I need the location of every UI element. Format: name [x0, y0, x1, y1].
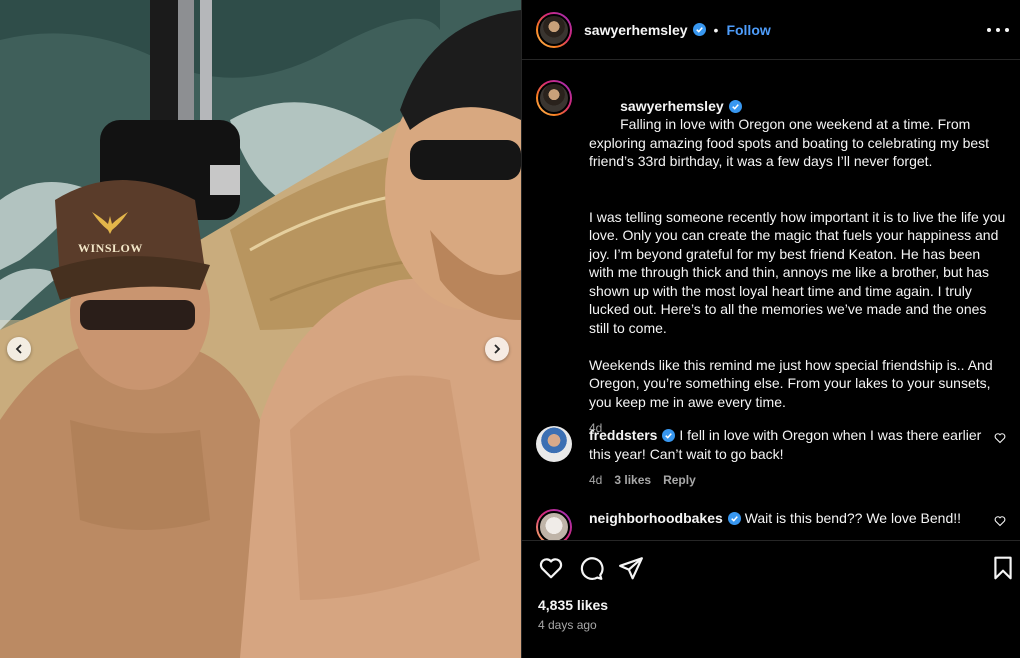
bookmark-icon[interactable]: [990, 555, 1016, 581]
caption-text: sawyerhemsley Falling in love with Orego…: [589, 78, 1006, 438]
cap-eagle-icon: [90, 208, 130, 234]
comment-bubble-icon[interactable]: [578, 555, 604, 581]
comment-likes[interactable]: 3 likes: [614, 471, 651, 490]
comment-username[interactable]: freddsters: [589, 427, 657, 443]
verified-badge-icon: [692, 23, 706, 36]
comment-username[interactable]: neighborhoodbakes: [589, 510, 723, 526]
verified-badge-icon: [727, 512, 741, 525]
post-details-panel: sawyerhemsley • Follow sawyerhemsley Fal…: [521, 0, 1020, 658]
follow-button[interactable]: Follow: [726, 22, 770, 38]
comment-text: Wait is this bend?? We love Bend!!: [744, 510, 962, 526]
caption-paragraph-2: I was telling someone recently how impor…: [589, 208, 1010, 336]
separator-dot: •: [713, 21, 719, 38]
post-timestamp: 4 days ago: [538, 618, 597, 632]
chevron-left-icon: [15, 344, 22, 354]
author-avatar[interactable]: [536, 11, 572, 48]
comment-reply-button[interactable]: Reply: [663, 471, 696, 490]
post-actions-bar: 4,835 likes 4 days ago: [522, 540, 1020, 658]
comment-heart-icon[interactable]: [994, 515, 1006, 527]
more-options-icon[interactable]: [987, 20, 1009, 40]
post-photo[interactable]: WINSLOW: [0, 0, 521, 658]
post-header: sawyerhemsley • Follow: [522, 0, 1020, 60]
caption-paragraph-3: Weekends like this remind me just how sp…: [589, 356, 997, 410]
likes-count[interactable]: 4,835 likes: [538, 597, 608, 613]
post-caption: sawyerhemsley Falling in love with Orego…: [536, 78, 1006, 438]
commenter-avatar[interactable]: [536, 426, 572, 462]
heart-icon[interactable]: [538, 555, 564, 581]
comment-timestamp[interactable]: 4d: [589, 471, 602, 490]
comment-item: freddsters I fell in love with Oregon wh…: [536, 426, 1006, 490]
verified-badge-icon: [662, 429, 676, 442]
chevron-right-icon: [494, 344, 501, 354]
verified-badge-icon: [728, 99, 742, 113]
caption-paragraph-1: Falling in love with Oregon one weekend …: [589, 116, 993, 169]
carousel-next-button[interactable]: [485, 337, 509, 361]
caption-username[interactable]: sawyerhemsley: [620, 98, 724, 114]
author-username[interactable]: sawyerhemsley: [584, 22, 688, 38]
cap-logo-text: WINSLOW: [78, 241, 143, 255]
paper-plane-icon[interactable]: [618, 555, 644, 581]
comment-heart-icon[interactable]: [994, 432, 1006, 444]
caption-author-avatar[interactable]: [536, 80, 572, 116]
boat-selfie-illustration: [0, 0, 521, 658]
carousel-prev-button[interactable]: [7, 337, 31, 361]
